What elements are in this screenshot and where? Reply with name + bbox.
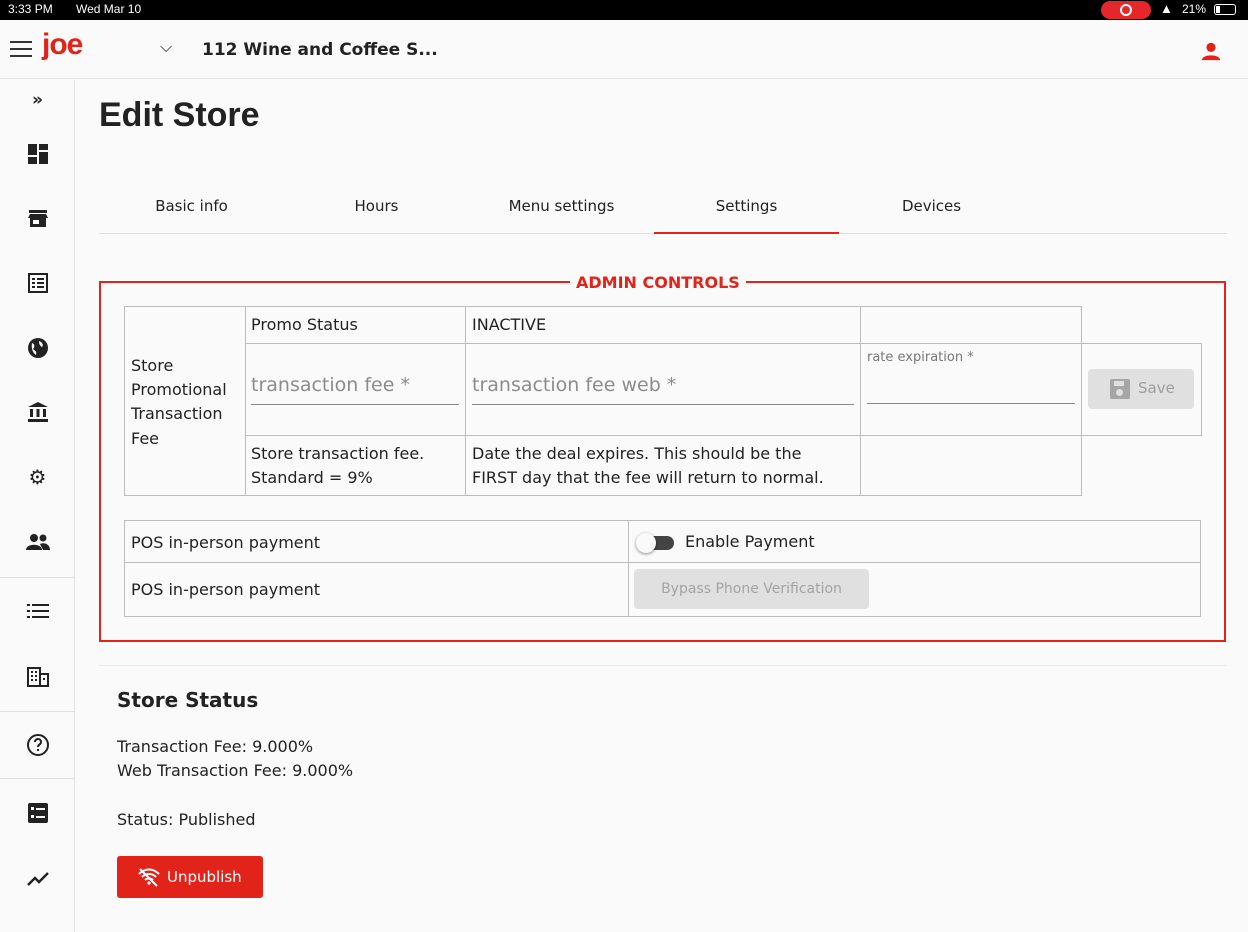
gear-icon[interactable]: ⚙ <box>0 457 75 497</box>
promo-row-label: Fee <box>131 429 160 448</box>
store-selector[interactable]: 112 Wine and Coffee S... <box>202 40 438 60</box>
enable-payment-label: Enable Payment <box>685 532 815 551</box>
account-icon[interactable] <box>1200 40 1222 62</box>
joe-logo[interactable]: joe <box>42 28 83 62</box>
tab-basic-info[interactable]: Basic info <box>99 180 284 234</box>
promo-status-value: INACTIVE <box>472 315 547 334</box>
web-transaction-fee-text: Web Transaction Fee: 9.000% <box>117 761 354 780</box>
promo-row-label: Store <box>131 356 174 375</box>
menu-icon[interactable] <box>10 41 32 57</box>
sidebar-divider <box>0 778 75 779</box>
tab-menu-settings[interactable]: Menu settings <box>469 180 654 234</box>
promo-row-label: Transaction <box>131 404 223 423</box>
input-underline <box>251 404 459 405</box>
list-icon[interactable] <box>0 591 75 631</box>
pos-payment-label: POS in-person payment <box>131 580 321 599</box>
store-icon[interactable] <box>0 198 75 238</box>
enable-payment-toggle[interactable] <box>636 533 678 553</box>
fee-help-text: Standard = 9% <box>251 468 373 487</box>
promo-status-label: Promo Status <box>251 315 358 334</box>
floppy-disk-icon <box>1110 379 1130 399</box>
bank-icon[interactable] <box>0 392 75 432</box>
expire-help-text: FIRST day that the fee will return to no… <box>472 468 824 487</box>
expire-help-text: Date the deal expires. This should be th… <box>472 444 802 463</box>
trending-icon[interactable] <box>0 859 75 899</box>
input-underline <box>867 403 1075 404</box>
admin-controls-title: ADMIN CONTROLS <box>570 273 746 292</box>
tab-hours[interactable]: Hours <box>284 180 469 234</box>
store-status-text: Status: Published <box>117 810 256 829</box>
sidebar: » ⚙ <box>0 80 75 932</box>
tab-settings[interactable]: Settings <box>654 180 839 234</box>
wifi-icon: ▲ <box>1160 1 1173 16</box>
screen-record-icon <box>1101 1 1151 19</box>
rate-expiration-input[interactable]: rate expiration * <box>867 350 974 365</box>
battery-percent: 21% <box>1182 2 1207 16</box>
promo-empty-cell <box>860 435 1082 496</box>
sidebar-divider <box>0 577 75 578</box>
globe-icon[interactable] <box>0 328 75 368</box>
bypass-phone-verification-button[interactable]: Bypass Phone Verification <box>634 569 869 609</box>
transaction-fee-text: Transaction Fee: 9.000% <box>117 737 314 756</box>
transaction-fee-input[interactable]: transaction fee * <box>251 374 410 396</box>
pos-payment-label: POS in-person payment <box>131 533 321 552</box>
report-icon[interactable] <box>0 793 75 833</box>
chevron-down-icon[interactable]: ⌵ <box>160 37 172 57</box>
battery-icon <box>1214 4 1236 15</box>
transaction-fee-web-input[interactable]: transaction fee web * <box>472 374 676 396</box>
toggle-knob <box>636 533 656 553</box>
promo-row-label: Promotional <box>131 380 227 399</box>
sidebar-divider <box>0 711 75 712</box>
tab-devices[interactable]: Devices <box>839 180 1024 234</box>
unpublish-label: Unpublish <box>167 868 242 886</box>
input-underline <box>472 404 854 405</box>
status-date: Wed Mar 10 <box>76 2 142 16</box>
promo-empty-cell <box>860 306 1082 344</box>
orders-icon[interactable] <box>0 263 75 303</box>
unpublish-button[interactable]: Unpublish <box>117 856 263 898</box>
store-status-card <box>99 665 1227 932</box>
app-bar: joe ⌵ 112 Wine and Coffee S... <box>0 20 1248 79</box>
device-status-bar: 3:33 PM Wed Mar 10 ▲ 21% <box>0 0 1248 20</box>
expand-sidebar-icon[interactable]: » <box>0 80 75 120</box>
status-time: 3:33 PM <box>8 2 53 16</box>
save-button-label: Save <box>1138 379 1175 397</box>
wifi-off-icon <box>138 868 160 887</box>
save-button[interactable]: Save <box>1088 369 1194 409</box>
building-icon[interactable] <box>0 656 75 696</box>
people-icon[interactable] <box>0 522 75 562</box>
dashboard-icon[interactable] <box>0 134 75 174</box>
tab-bar: Basic info Hours Menu settings Settings … <box>99 180 1227 234</box>
page-title: Edit Store <box>99 96 260 134</box>
store-status-title: Store Status <box>117 688 259 712</box>
help-icon[interactable] <box>0 725 75 765</box>
fee-help-text: Store transaction fee. <box>251 444 425 463</box>
